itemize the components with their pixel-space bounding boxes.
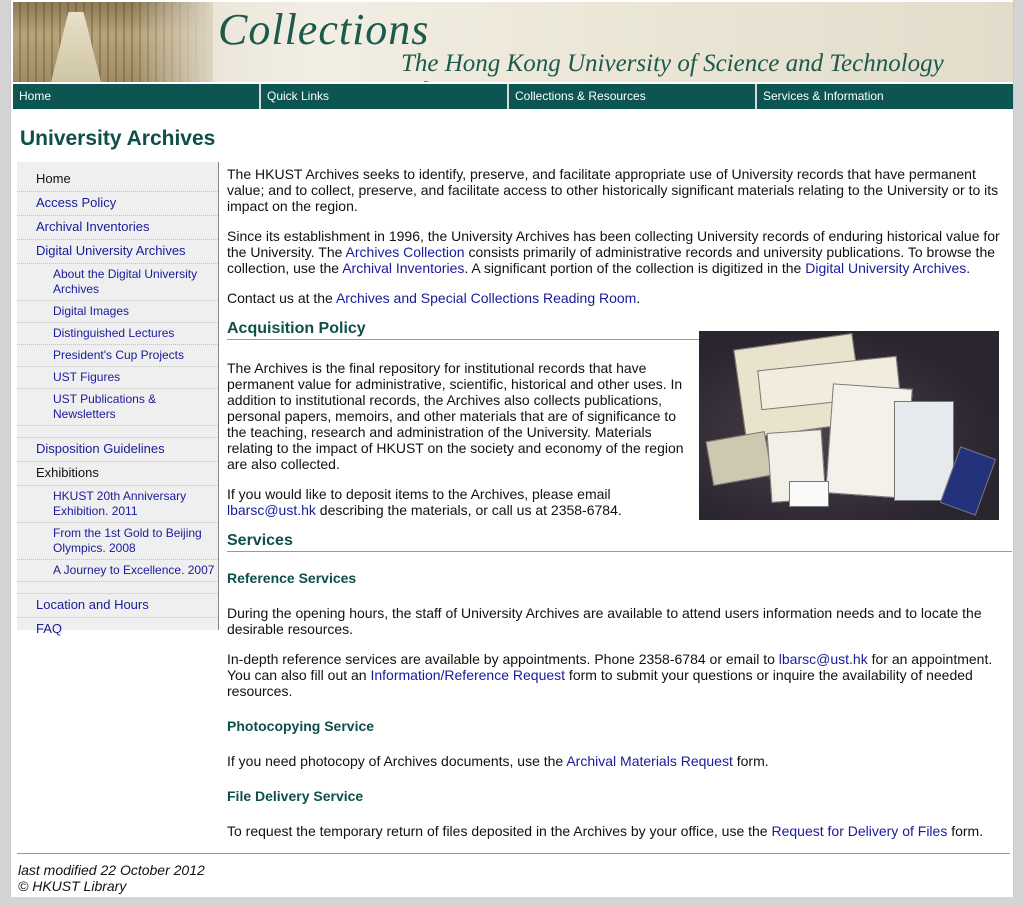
sidebar-spacer bbox=[17, 582, 218, 594]
banner: Collections The Hong Kong University of … bbox=[13, 2, 1013, 82]
main-content: The HKUST Archives seeks to identify, pr… bbox=[227, 166, 1012, 839]
sidebar-item-presidents-cup[interactable]: President's Cup Projects bbox=[17, 345, 218, 367]
archives-collection-link[interactable]: Archives Collection bbox=[346, 244, 465, 260]
acquisition-policy-heading: Acquisition Policy bbox=[227, 321, 699, 340]
photocopying-service-heading: Photocopying Service bbox=[227, 718, 375, 734]
contact-paragraph: Contact us at the Archives and Special C… bbox=[227, 290, 641, 306]
sidebar-item-location-hours[interactable]: Location and Hours bbox=[17, 594, 218, 618]
sidebar-item-ust-publications[interactable]: UST Publications & Newsletters bbox=[17, 389, 218, 426]
sidebar-item-distinguished-lectures[interactable]: Distinguished Lectures bbox=[17, 323, 218, 345]
reference-paragraph-2: In-depth reference services are availabl… bbox=[227, 651, 993, 699]
sidebar-item-access-policy[interactable]: Access Policy bbox=[17, 192, 218, 216]
reference-paragraph-1: During the opening hours, the staff of U… bbox=[227, 605, 982, 637]
sidebar-item-exhibitions: Exhibitions bbox=[17, 462, 218, 486]
library-stacks-photo bbox=[13, 2, 213, 82]
deposit-paragraph: If you would like to deposit items to th… bbox=[227, 486, 622, 518]
reference-services-heading: Reference Services bbox=[227, 570, 357, 586]
nav-services-information[interactable]: Services & Information bbox=[757, 84, 1013, 109]
sidebar-item-ust-figures[interactable]: UST Figures bbox=[17, 367, 218, 389]
sidebar-item-disposition-guidelines[interactable]: Disposition Guidelines bbox=[17, 438, 218, 462]
footer-divider bbox=[17, 853, 1010, 854]
archives-materials-photo bbox=[699, 331, 999, 520]
sidebar-item-exhibition-2011[interactable]: HKUST 20th Anniversary Exhibition. 2011 bbox=[17, 486, 218, 523]
sidebar-item-digital-images[interactable]: Digital Images bbox=[17, 301, 218, 323]
last-modified: last modified 22 October 2012 bbox=[18, 862, 205, 878]
sidebar-spacer bbox=[17, 426, 218, 438]
page-title: University Archives bbox=[20, 127, 216, 150]
nav-quick-links[interactable]: Quick Links bbox=[261, 84, 509, 109]
sidebar-item-faq[interactable]: FAQ bbox=[17, 618, 218, 641]
intro-paragraph-1: The HKUST Archives seeks to identify, pr… bbox=[227, 166, 999, 214]
acquisition-paragraph: The Archives is the final repository for… bbox=[227, 360, 684, 472]
intro-paragraph-2: Since its establishment in 1996, the Uni… bbox=[227, 228, 1000, 276]
delivery-paragraph: To request the temporary return of files… bbox=[227, 823, 984, 839]
reference-email-link[interactable]: lbarsc@ust.hk bbox=[779, 651, 868, 667]
sidebar-item-exhibition-2007[interactable]: A Journey to Excellence. 2007 bbox=[17, 560, 218, 582]
nav-collections-resources[interactable]: Collections & Resources bbox=[509, 84, 757, 109]
sidebar-item-digital-university-archives[interactable]: Digital University Archives bbox=[17, 240, 218, 264]
nav-home[interactable]: Home bbox=[13, 84, 261, 109]
digital-university-archives-link[interactable]: Digital University Archives bbox=[805, 260, 966, 276]
information-request-link[interactable]: Information/Reference Request bbox=[370, 667, 565, 683]
file-delivery-service-heading: File Delivery Service bbox=[227, 788, 364, 804]
sidebar-item-exhibition-2008[interactable]: From the 1st Gold to Beijing Olympics. 2… bbox=[17, 523, 218, 560]
delivery-request-link[interactable]: Request for Delivery of Files bbox=[771, 823, 947, 839]
page-frame: Collections The Hong Kong University of … bbox=[10, 0, 1014, 897]
sidebar-item-archival-inventories[interactable]: Archival Inventories bbox=[17, 216, 218, 240]
banner-subtitle: The Hong Kong University of Science and … bbox=[401, 50, 944, 82]
top-navigation: Home Quick Links Collections & Resources… bbox=[13, 84, 1013, 109]
acquisition-email-link[interactable]: lbarsc@ust.hk bbox=[227, 502, 316, 518]
sidebar-item-about-digital-archives[interactable]: About the Digital University Archives bbox=[17, 264, 218, 301]
services-heading: Services bbox=[227, 533, 1012, 552]
reading-room-link[interactable]: Archives and Special Collections Reading… bbox=[336, 290, 636, 306]
footer: last modified 22 October 2012 © HKUST Li… bbox=[18, 862, 205, 894]
copyright: © HKUST Library bbox=[18, 878, 127, 894]
photocopy-paragraph: If you need photocopy of Archives docume… bbox=[227, 753, 769, 769]
banner-title: Collections bbox=[218, 5, 430, 54]
sidebar: Home Access Policy Archival Inventories … bbox=[17, 162, 219, 636]
archival-inventories-link[interactable]: Archival Inventories bbox=[342, 260, 464, 276]
sidebar-item-home: Home bbox=[17, 168, 218, 192]
archival-materials-request-link[interactable]: Archival Materials Request bbox=[566, 753, 733, 769]
